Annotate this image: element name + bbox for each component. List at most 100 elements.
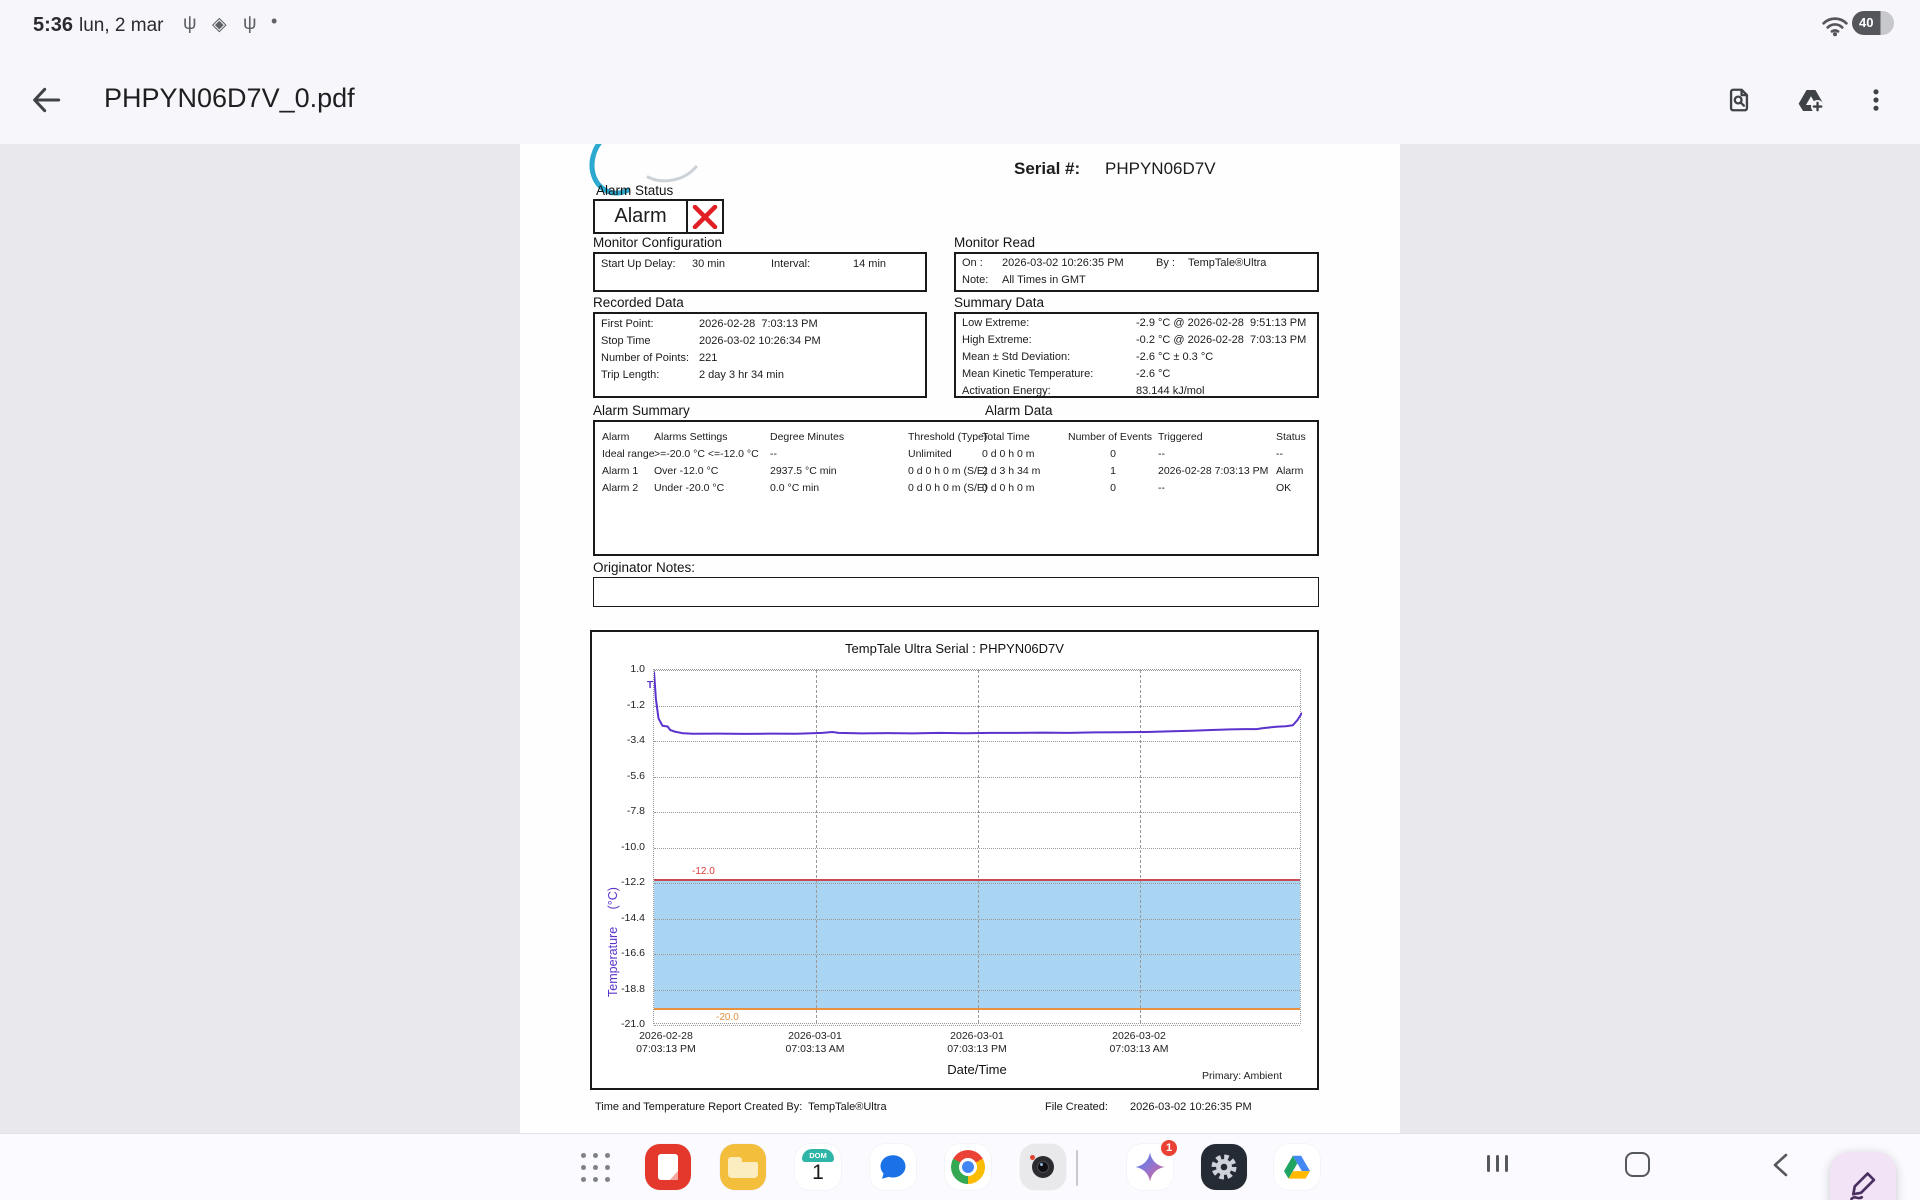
back-chevron-icon bbox=[1768, 1151, 1794, 1179]
alarm-table-header: Alarms Settings bbox=[654, 428, 770, 445]
data-row: Mean ± Std Deviation:-2.6 °C ± 0.3 °C bbox=[956, 351, 1317, 368]
find-in-document-button[interactable] bbox=[1725, 86, 1755, 116]
data-row: Activation Energy: 83.144 kJ/mol bbox=[956, 385, 1317, 402]
alarm-table-cell: Under -20.0 °C bbox=[654, 479, 770, 496]
files-app-button[interactable] bbox=[720, 1144, 766, 1190]
field-value: 83.144 kJ/mol bbox=[1136, 385, 1204, 397]
document-app-icon bbox=[645, 1144, 691, 1190]
alarm-table-cell: 1 bbox=[1068, 462, 1158, 479]
document-title: PHPYN06D7V_0.pdf bbox=[104, 83, 355, 114]
chart-plot-area: -12.0-20.0 bbox=[653, 669, 1301, 1024]
alarm-table-cell: 2937.5 °C min bbox=[770, 462, 908, 479]
add-to-drive-button[interactable] bbox=[1797, 86, 1827, 116]
wifi-icon bbox=[1822, 15, 1848, 42]
y-tick-label: -18.8 bbox=[599, 983, 645, 995]
field-label: High Extreme: bbox=[962, 334, 1032, 346]
field-value: 2026-02-28 7:03:13 PM bbox=[699, 318, 818, 330]
data-row: Trip Length:2 day 3 hr 34 min bbox=[595, 369, 925, 386]
recorded-data-box: First Point:2026-02-28 7:03:13 PMStop Ti… bbox=[593, 312, 927, 398]
field-label: Note: bbox=[962, 274, 988, 286]
alarm-table-cell: Alarm 1 bbox=[602, 462, 654, 479]
messages-app-icon bbox=[870, 1144, 916, 1190]
field-label: Start Up Delay: bbox=[601, 258, 676, 270]
alarm-table-cell: -- bbox=[770, 445, 908, 462]
alarm-status-value: Alarm bbox=[595, 201, 688, 232]
serial-value: PHPYN06D7V bbox=[1105, 159, 1216, 179]
alarm-status-label: Alarm Status bbox=[596, 183, 673, 198]
alarm-table-cell: 0 d 0 h 0 m bbox=[982, 479, 1068, 496]
alarm-table-header: Alarm bbox=[602, 428, 654, 445]
drive-app-button[interactable] bbox=[1274, 1144, 1320, 1190]
calendar-day: 1 bbox=[795, 1161, 841, 1185]
alarm-table-cell: 0 bbox=[1068, 445, 1158, 462]
temperature-chart: TempTale Ultra Serial : PHPYN06D7V Tempe… bbox=[590, 630, 1319, 1090]
alarm-data-title: Alarm Data bbox=[985, 403, 1053, 418]
nav-recents-button[interactable] bbox=[1487, 1155, 1508, 1172]
red-x-icon bbox=[688, 201, 722, 232]
alarm-table-cell: -- bbox=[1158, 445, 1276, 462]
data-row: Stop Time2026-03-02 10:26:34 PM bbox=[595, 335, 925, 352]
field-label: Trip Length: bbox=[601, 369, 659, 381]
overflow-menu-button[interactable] bbox=[1862, 86, 1892, 116]
app-bar: PHPYN06D7V_0.pdf bbox=[0, 56, 1920, 144]
clock: 5:36 bbox=[33, 14, 73, 37]
gemini-app-button[interactable]: 1 bbox=[1127, 1144, 1173, 1190]
drive-app-icon bbox=[1274, 1144, 1320, 1190]
usb-icon: ψ bbox=[243, 13, 257, 35]
settings-app-button[interactable] bbox=[1201, 1144, 1247, 1190]
summary-data-box: Low Extreme:-2.9 °C @ 2026-02-28 9:51:13… bbox=[954, 312, 1319, 398]
y-gridline bbox=[654, 1025, 1300, 1026]
data-row: Number of Points:221 bbox=[595, 352, 925, 369]
notification-dot: • bbox=[271, 11, 277, 32]
nav-home-button[interactable] bbox=[1625, 1152, 1650, 1177]
chart-y-axis-label: Temperature (°C) bbox=[606, 787, 620, 997]
field-label: Mean ± Std Deviation: bbox=[962, 351, 1070, 363]
serial-label: Serial #: bbox=[1014, 159, 1080, 179]
battery-icon: 40 bbox=[1852, 11, 1894, 35]
alarm-table-cell: Alarm 2 bbox=[602, 479, 654, 496]
field-value: 221 bbox=[699, 352, 717, 364]
gemini-notification-badge: 1 bbox=[1159, 1138, 1179, 1158]
back-button[interactable] bbox=[30, 84, 64, 118]
pdf-viewport[interactable]: Serial #: PHPYN06D7V Alarm Status Alarm … bbox=[0, 144, 1920, 1133]
document-app-button[interactable] bbox=[645, 1144, 691, 1190]
app-grid-icon bbox=[581, 1153, 610, 1182]
originator-notes-label: Originator Notes: bbox=[593, 560, 695, 575]
x-tick-label: 2026-03-0207:03:13 AM bbox=[1094, 1030, 1184, 1056]
status-bar: 5:36 lun, 2 mar ψ ◈ ψ • 40 bbox=[0, 0, 1920, 56]
annotate-fab[interactable] bbox=[1830, 1152, 1896, 1200]
x-tick-label: 2026-02-2807:03:13 PM bbox=[621, 1030, 711, 1056]
app-grid-button[interactable] bbox=[572, 1144, 618, 1190]
camera-app-button[interactable] bbox=[1020, 1144, 1066, 1190]
field-value: -0.2 °C @ 2026-02-28 7:03:13 PM bbox=[1136, 334, 1306, 346]
status-date: lun, 2 mar bbox=[79, 15, 163, 37]
field-label: Mean Kinetic Temperature: bbox=[962, 368, 1093, 380]
data-row: Low Extreme:-2.9 °C @ 2026-02-28 9:51:13… bbox=[956, 317, 1317, 334]
file-created-value: 2026-03-02 10:26:35 PM bbox=[1130, 1101, 1252, 1113]
calendar-app-button[interactable]: DOM 1 bbox=[795, 1144, 841, 1190]
field-value: TempTale®Ultra bbox=[1188, 257, 1266, 269]
chrome-app-button[interactable] bbox=[945, 1144, 991, 1190]
alarm-table-header: Status bbox=[1276, 428, 1314, 445]
field-label: Activation Energy: bbox=[962, 385, 1051, 397]
taskbar-separator bbox=[1076, 1150, 1078, 1186]
field-value: All Times in GMT bbox=[1002, 274, 1086, 286]
alarm-table-header: Total Time bbox=[982, 428, 1068, 445]
alarm-table-header: Threshold (Type) bbox=[908, 428, 982, 445]
alarm-table-cell: >=-20.0 °C <=-12.0 °C bbox=[654, 445, 770, 462]
report-created-by: Time and Temperature Report Created By: … bbox=[595, 1101, 887, 1113]
chrome-app-icon bbox=[945, 1144, 991, 1190]
pdf-page: Serial #: PHPYN06D7V Alarm Status Alarm … bbox=[520, 144, 1400, 1133]
y-tick-label: -5.6 bbox=[599, 770, 645, 782]
x-tick-label: 2026-03-0107:03:13 PM bbox=[932, 1030, 1022, 1056]
monitor-read-box: On : 2026-03-02 10:26:35 PM By : TempTal… bbox=[954, 252, 1319, 292]
y-tick-label: -7.8 bbox=[599, 805, 645, 817]
alarm-table-cell: Ideal range bbox=[602, 445, 654, 462]
alarm-table-cell: 0 d 0 h 0 m (S/E) bbox=[908, 462, 982, 479]
alarm-table-cell: 0.0 °C min bbox=[770, 479, 908, 496]
field-value: -2.9 °C @ 2026-02-28 9:51:13 PM bbox=[1136, 317, 1306, 329]
alarm-table-cell: -- bbox=[1276, 445, 1314, 462]
y-tick-label: -12.2 bbox=[599, 876, 645, 888]
nav-back-button[interactable] bbox=[1768, 1151, 1794, 1184]
messages-app-button[interactable] bbox=[870, 1144, 916, 1190]
